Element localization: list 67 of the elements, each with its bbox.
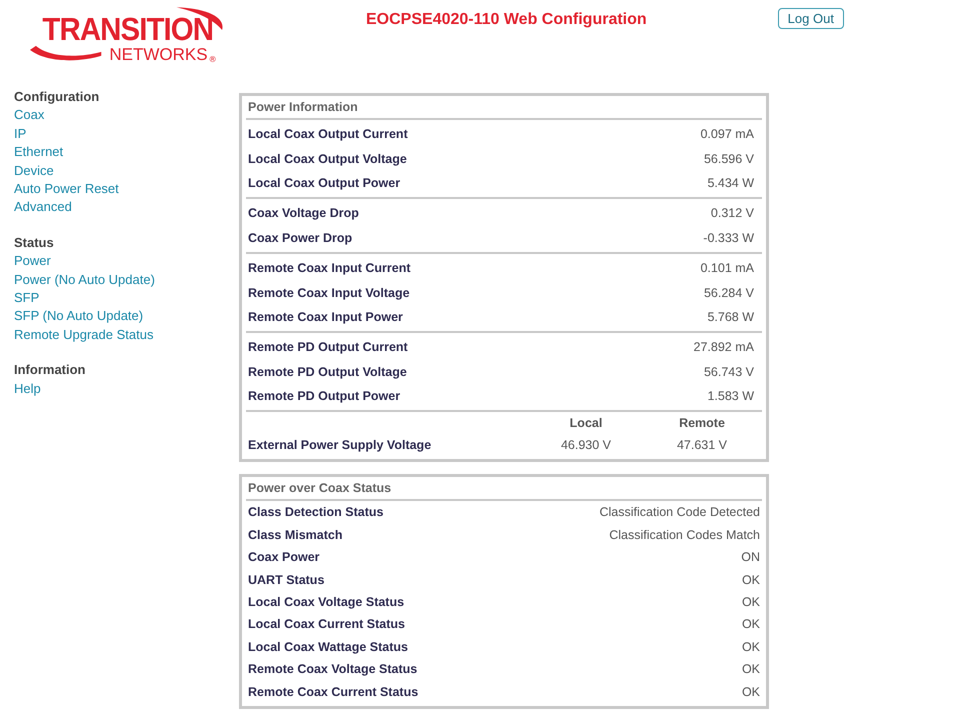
row-label: External Power Supply Voltage <box>248 438 432 452</box>
sidebar-link[interactable]: IP <box>14 124 26 144</box>
row-label: Remote Coax Current Status <box>248 684 420 699</box>
row-value: 0.312 V <box>710 206 755 220</box>
row-value: 46.930 V <box>560 438 612 452</box>
sidebar-link[interactable]: Help <box>14 380 41 398</box>
sidebar-link[interactable]: Auto Power Reset <box>14 180 119 198</box>
row-value: 47.631 V <box>676 438 728 452</box>
registered-mark: ® <box>208 55 217 64</box>
sidebar-link[interactable]: Power (No Auto Update) <box>14 270 155 290</box>
row-label: Coax Power Drop <box>248 230 354 245</box>
row-label: Local Coax Output Power <box>248 176 402 190</box>
row-value: OK <box>742 684 760 699</box>
sidebar-link[interactable]: Device <box>14 162 54 180</box>
row-value: OK <box>742 640 760 654</box>
row-label: Class Detection Status <box>248 505 384 520</box>
sidebar-link[interactable]: Remote Upgrade Status <box>14 326 154 344</box>
row-label: Remote PD Output Power <box>248 389 402 404</box>
row-value: 0.097 mA <box>699 127 755 142</box>
row-label: Remote Coax Input Power <box>248 310 404 324</box>
row-label: Local Coax Wattage Status <box>248 640 409 654</box>
row-label: Local Coax Voltage Status <box>248 595 406 610</box>
sidebar-link[interactable]: SFP <box>14 289 40 308</box>
row-value: OK <box>742 662 760 676</box>
row-value: 5.434 W <box>706 176 755 190</box>
sidebar-heading: Information <box>14 361 86 380</box>
sidebar-link[interactable]: SFP (No Auto Update) <box>14 307 144 326</box>
row-label: Local Coax Output Current <box>248 127 409 142</box>
row-value: -0.333 W <box>702 230 755 245</box>
row-value: OK <box>742 572 760 587</box>
column-header: Local <box>568 416 604 430</box>
row-value: OK <box>742 595 760 610</box>
row-label: Remote PD Output Voltage <box>248 364 408 379</box>
row-value: 56.743 V <box>702 364 755 379</box>
row-value: 5.768 W <box>706 310 755 324</box>
panel-title: Power Information <box>246 96 762 120</box>
sidebar-heading: Configuration <box>14 88 100 106</box>
row-value: ON <box>741 550 760 564</box>
row-label: Coax Voltage Drop <box>248 206 360 220</box>
row-label: Remote Coax Input Voltage <box>248 286 411 300</box>
row-label: Local Coax Current Status <box>248 617 406 632</box>
logo-subtitle: NETWORKS <box>109 46 208 64</box>
row-label: UART Status <box>248 572 326 587</box>
sidebar-link[interactable]: Power <box>14 252 51 271</box>
row-label: Remote Coax Input Current <box>248 261 412 276</box>
sidebar-link[interactable]: Coax <box>14 106 44 125</box>
row-value: Classification Code Detected <box>600 505 760 520</box>
sidebar-heading: Status <box>14 234 54 252</box>
row-value: 56.284 V <box>702 286 755 300</box>
row-value: 1.583 W <box>706 389 755 404</box>
row-value: Classification Codes Match <box>609 528 760 542</box>
sidebar-link[interactable]: Advanced <box>14 198 72 217</box>
page-title: EOCPSE4020-110 Web Configuration <box>366 11 647 29</box>
row-label: Coax Power <box>248 550 321 564</box>
row-label: Class Mismatch <box>248 528 344 542</box>
row-value: 56.596 V <box>702 152 755 166</box>
row-value: 0.101 mA <box>699 261 755 276</box>
row-value: 27.892 mA <box>692 340 755 354</box>
log-out-button[interactable]: Log Out <box>778 8 844 29</box>
row-value: OK <box>742 617 760 632</box>
row-label: Remote PD Output Current <box>248 340 409 354</box>
row-label: Remote Coax Voltage Status <box>248 662 418 676</box>
row-label: Local Coax Output Voltage <box>248 152 408 166</box>
sidebar-link[interactable]: Ethernet <box>14 143 64 162</box>
logo-wordmark: TRANSITION <box>42 12 214 46</box>
column-header: Remote <box>678 416 726 430</box>
panel-title: Power over Coax Status <box>246 477 762 502</box>
